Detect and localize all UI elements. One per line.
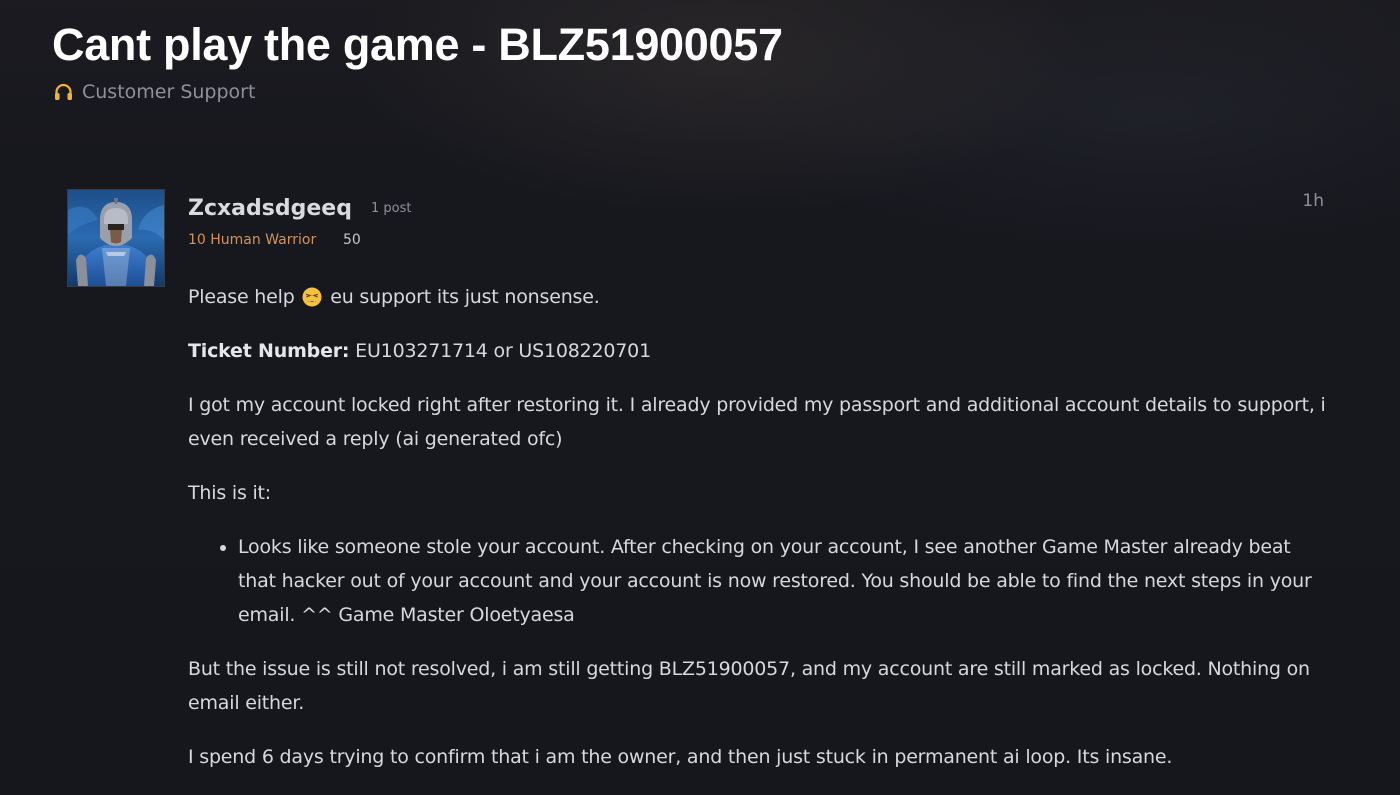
category-label: Customer Support [82, 81, 256, 103]
headset-icon [53, 82, 74, 103]
post-paragraph: I spend 6 days trying to confirm that i … [188, 746, 1173, 768]
post-paragraph: This is it: [188, 482, 272, 504]
paragraph-text: eu support its just nonsense. [330, 286, 600, 308]
post-paragraph: Ticket Number: EU103271714 or US10822070… [188, 334, 1328, 368]
post-paragraph: I got my account locked right after rest… [188, 394, 1326, 450]
ticket-number-label: Ticket Number: [188, 340, 350, 362]
warrior-avatar-image [68, 190, 164, 286]
ticket-number-value: EU103271714 or US108220701 [355, 340, 651, 362]
post-timestamp[interactable]: 1h [1302, 191, 1324, 211]
topic-title: Cant play the game - BLZ51900057 [52, 19, 783, 70]
post-paragraph: But the issue is still not resolved, i a… [188, 658, 1310, 714]
topic-page: Cant play the game - BLZ51900057 Custome… [0, 0, 1400, 795]
post-author-username[interactable]: Zcxadsdgeeq [188, 195, 352, 223]
post-body: Please help eu support its just nonsense… [188, 280, 1328, 794]
list-item: Looks like someone stole your account. A… [238, 530, 1328, 632]
post-paragraph: Please help eu support its just nonsense… [188, 280, 1328, 314]
quoted-reply-list: Looks like someone stole your account. A… [188, 530, 1328, 632]
achievement-points: 50 [343, 232, 361, 248]
paragraph-text: Please help [188, 286, 295, 308]
character-info[interactable]: 10 Human Warrior [188, 232, 316, 248]
category-badge[interactable]: Customer Support [53, 80, 255, 104]
avatar[interactable] [67, 189, 165, 287]
post-count: 1 post [371, 201, 412, 216]
tired-face-emoji-icon [302, 284, 322, 307]
